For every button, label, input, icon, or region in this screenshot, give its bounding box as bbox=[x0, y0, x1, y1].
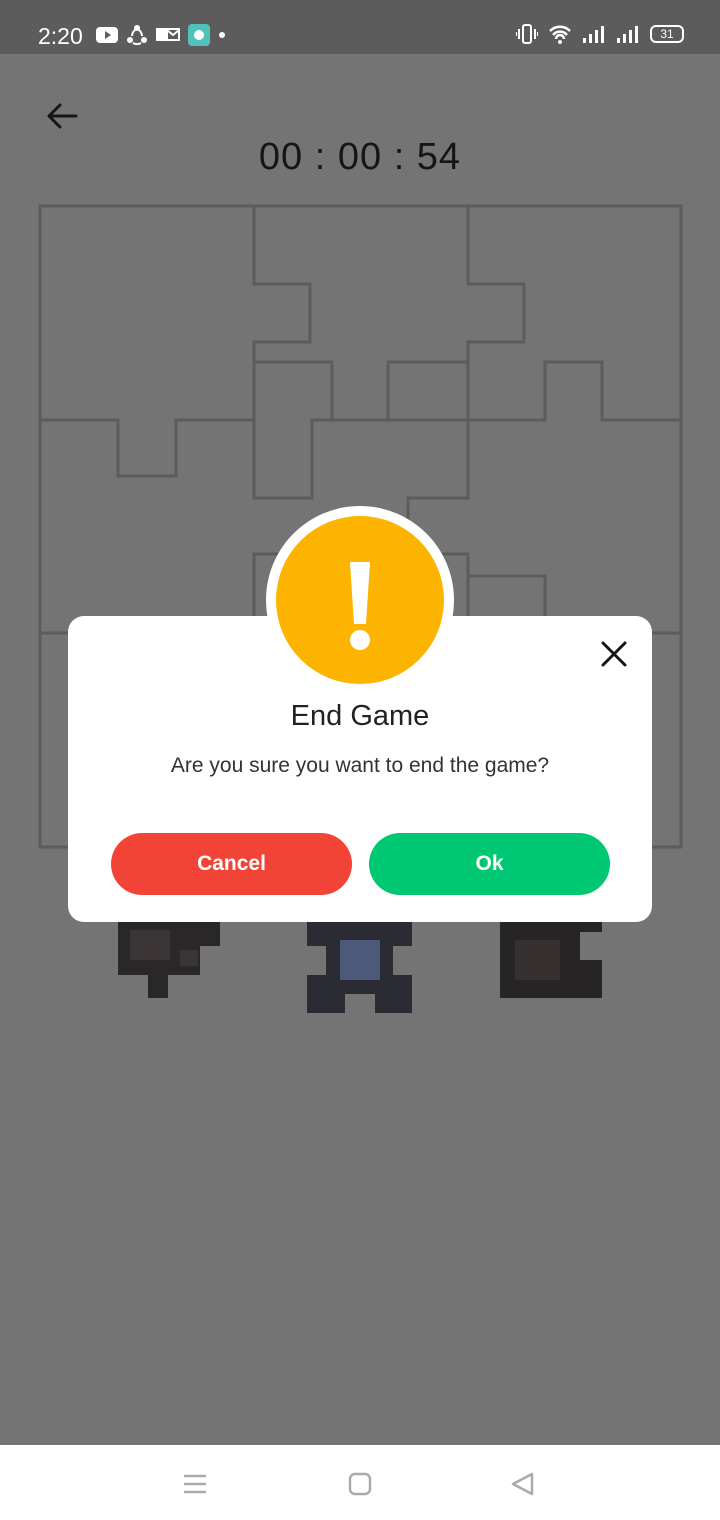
arrow-left-icon[interactable] bbox=[42, 96, 82, 136]
status-icons-right: 31 bbox=[516, 24, 684, 44]
share-icon bbox=[127, 25, 147, 46]
chat-icon bbox=[188, 24, 210, 46]
dot-icon bbox=[219, 32, 225, 38]
outlook-icon bbox=[156, 28, 180, 41]
signal-icon bbox=[617, 26, 638, 43]
puzzle-piece[interactable] bbox=[118, 922, 220, 998]
exclamation-icon bbox=[350, 562, 370, 650]
home-icon[interactable] bbox=[345, 1469, 375, 1499]
signal-icon bbox=[583, 26, 604, 43]
dialog-title: End Game bbox=[290, 700, 430, 732]
menu-icon[interactable] bbox=[180, 1469, 210, 1499]
loose-pieces bbox=[118, 922, 602, 1013]
back-triangle-icon[interactable] bbox=[508, 1469, 538, 1499]
puzzle-piece[interactable] bbox=[307, 922, 412, 1013]
game-timer: 00 : 00 : 54 bbox=[258, 136, 462, 178]
navigation-bar bbox=[0, 1445, 720, 1520]
youtube-icon bbox=[96, 27, 118, 43]
status-bar: 2:20 31 bbox=[0, 0, 720, 54]
dialog-message: Are you sure you want to end the game? bbox=[170, 754, 550, 777]
status-icons-left bbox=[96, 24, 226, 46]
ok-button[interactable]: Ok bbox=[369, 833, 610, 895]
status-time: 2:20 bbox=[38, 23, 83, 49]
wifi-icon bbox=[549, 25, 571, 44]
cancel-button[interactable]: Cancel bbox=[111, 833, 352, 895]
puzzle-piece[interactable] bbox=[500, 922, 602, 998]
battery-icon: 31 bbox=[650, 25, 684, 43]
vibrate-icon bbox=[516, 24, 538, 44]
close-icon[interactable] bbox=[598, 638, 630, 670]
